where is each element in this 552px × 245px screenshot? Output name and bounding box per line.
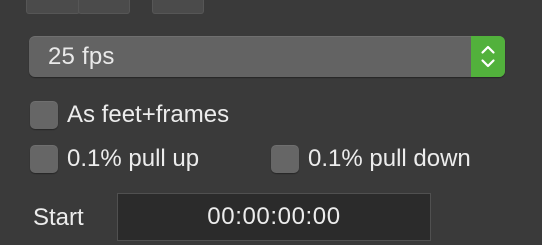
feet-frames-option[interactable]: As feet+frames	[30, 101, 229, 129]
pull-down-label: 0.1% pull down	[308, 145, 471, 172]
feet-frames-label: As feet+frames	[67, 101, 230, 128]
frame-rate-popup[interactable]: 25 fps	[29, 36, 505, 77]
frame-rate-value: 25 fps	[48, 43, 115, 70]
feet-frames-checkbox[interactable]	[30, 101, 58, 129]
chevron-up-down-icon[interactable]	[471, 36, 505, 77]
toolbar-button-partial[interactable]	[152, 0, 204, 14]
pull-up-checkbox[interactable]	[30, 145, 58, 173]
toolbar-button-partial[interactable]	[78, 0, 130, 14]
start-timecode-field[interactable]: 00:00:00:00	[117, 193, 431, 241]
pull-down-checkbox[interactable]	[271, 145, 299, 173]
pull-up-label: 0.1% pull up	[67, 145, 200, 172]
toolbar-button-partial[interactable]	[26, 0, 80, 14]
pull-down-option[interactable]: 0.1% pull down	[271, 145, 471, 173]
pull-up-option[interactable]: 0.1% pull up	[30, 145, 199, 173]
start-label: Start	[33, 204, 84, 231]
timecode-settings-panel: 25 fps As feet+frames 0.1% pull up 0.1% …	[0, 0, 542, 245]
